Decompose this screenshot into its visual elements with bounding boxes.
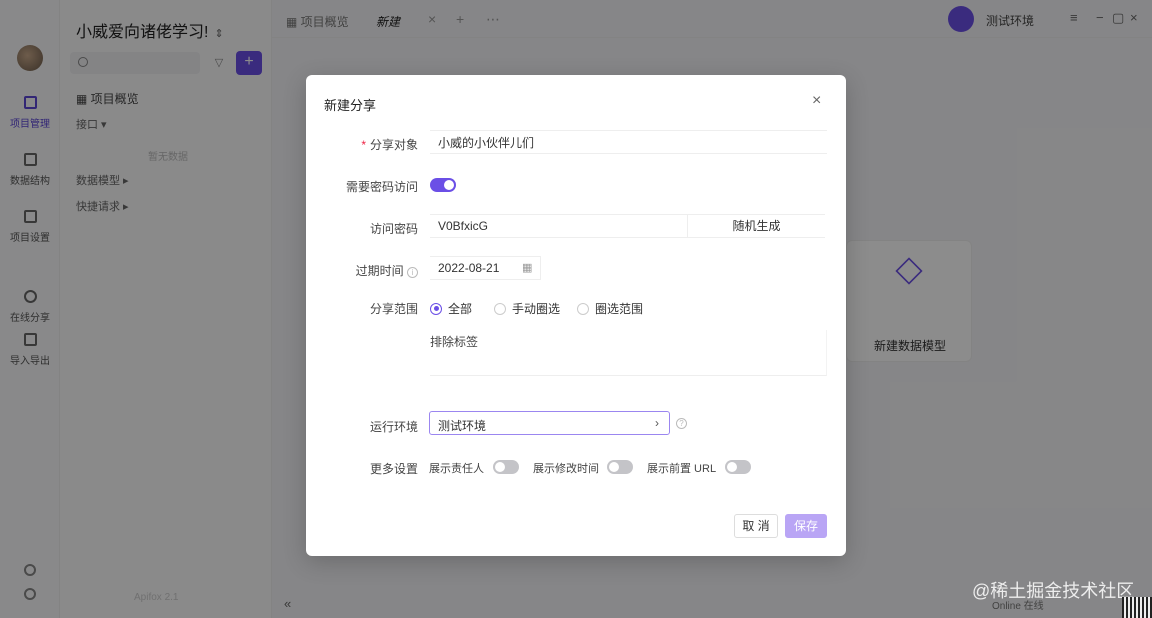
toggle-knob (495, 462, 505, 472)
cancel-button[interactable]: 取 消 (734, 514, 778, 538)
chevron-right-icon: › (655, 416, 659, 430)
scope-manual-radio[interactable]: 手动圈选 (494, 300, 560, 317)
runtime-env-select[interactable]: 测试环境 › (429, 411, 670, 435)
required-mark: * (361, 138, 366, 152)
password-label: 访问密码 (369, 222, 418, 236)
show-prefix-url-label: 展示前置 URL (647, 463, 717, 475)
share-modal: 新建分享 × *分享对象 需要密码访问 访问密码 随机生成 过期时间 i ▦ 分… (306, 75, 846, 556)
radio-dot (577, 302, 589, 315)
need-password-label: 需要密码访问 (345, 180, 418, 194)
help-icon[interactable]: ? (676, 418, 687, 429)
expire-label: 过期时间 i (308, 262, 418, 279)
password-input[interactable] (430, 215, 688, 237)
generate-password-button[interactable]: 随机生成 (687, 214, 825, 238)
scope-label: 分享范围 (369, 302, 418, 316)
runtime-env-value: 测试环境 (438, 419, 487, 433)
runtime-env-label: 运行环境 (369, 420, 418, 434)
show-owner-toggle[interactable] (493, 460, 519, 474)
modal-title: 新建分享 (324, 98, 377, 113)
scope-all-radio[interactable]: 全部 (430, 300, 472, 317)
toggle-knob (727, 462, 737, 472)
show-owner-label: 展示责任人 (429, 463, 484, 475)
exclude-tags-field[interactable]: 排除标签 (430, 330, 827, 376)
radio-dot (494, 302, 506, 315)
share-target-input[interactable] (430, 131, 827, 153)
radio-dot (430, 302, 442, 315)
share-target-label: * 分享对象 (361, 138, 418, 152)
password-field (430, 214, 688, 238)
exclude-tags-placeholder: 排除标签 (430, 335, 479, 349)
scope-range-radio[interactable]: 圈选范围 (577, 300, 643, 317)
show-prefix-url-toggle[interactable] (725, 460, 751, 474)
close-icon[interactable]: × (812, 93, 821, 109)
expire-date-input[interactable] (430, 257, 515, 279)
watermark: @稀土掘金技术社区 (972, 581, 1135, 601)
toggle-knob (444, 180, 454, 190)
expire-date-field[interactable]: ▦ (430, 256, 541, 280)
qr-code-icon (1122, 597, 1152, 618)
share-target-field (430, 130, 827, 154)
more-settings-label: 更多设置 (369, 462, 418, 476)
show-modified-label: 展示修改时间 (533, 463, 599, 475)
info-icon: i (407, 267, 418, 278)
need-password-toggle[interactable] (430, 178, 456, 192)
save-button[interactable]: 保存 (785, 514, 827, 538)
calendar-icon[interactable]: ▦ (522, 261, 532, 274)
toggle-knob (609, 462, 619, 472)
show-modified-toggle[interactable] (607, 460, 633, 474)
